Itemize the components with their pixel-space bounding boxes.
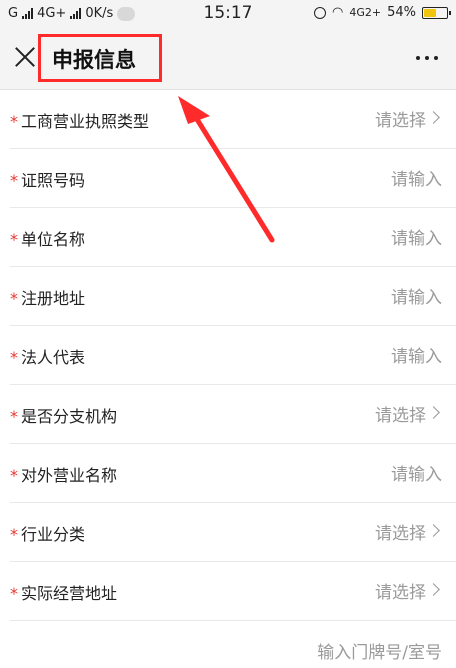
field-legal-representative[interactable]: * 法人代表 请输入 (10, 326, 456, 385)
field-label: * 工商营业执照类型 (10, 112, 150, 131)
required-mark: * (10, 171, 18, 190)
chevron-right-icon (427, 406, 440, 419)
wifi-icon: ◠ (332, 5, 344, 20)
field-actual-business-address[interactable]: * 实际经营地址 请选择 (10, 562, 456, 621)
required-mark: * (10, 584, 18, 603)
chevron-right-icon (427, 524, 440, 537)
declaration-form: * 工商营业执照类型 请选择 * 证照号码 请输入 * 单位名称 请输入 * 注册地址 … (0, 90, 456, 621)
required-mark: * (10, 230, 18, 249)
input-placeholder: 请输入 (391, 465, 442, 485)
required-mark: * (10, 466, 18, 485)
field-registered-address[interactable]: * 注册地址 请输入 (10, 267, 456, 326)
chevron-right-icon (427, 111, 440, 124)
required-mark: * (10, 112, 18, 131)
status-bar: G 4G+ 0K/s 15:17 ◠ 4G2+ 54% (0, 0, 456, 28)
field-label: * 法人代表 (10, 348, 86, 367)
nav-bar: 申报信息 (0, 28, 456, 90)
field-company-name[interactable]: * 单位名称 请输入 (10, 208, 456, 267)
battery-text: 54% (387, 5, 416, 20)
select-placeholder: 请选择 (375, 524, 426, 544)
select-placeholder: 请选择 (375, 583, 426, 603)
status-right: ◠ 4G2+ 54% (314, 5, 451, 20)
required-mark: * (10, 289, 18, 308)
network2-text: 4G2+ (349, 6, 382, 19)
field-label: * 对外营业名称 (10, 466, 118, 485)
select-placeholder: 请选择 (375, 111, 426, 131)
page-title: 申报信息 (52, 48, 136, 72)
select-placeholder: 请选择 (375, 406, 426, 426)
field-label: * 是否分支机构 (10, 407, 118, 426)
field-label: * 证照号码 (10, 171, 86, 190)
field-label: * 行业分类 (10, 525, 86, 544)
field-label: * 单位名称 (10, 230, 86, 249)
required-mark: * (10, 407, 18, 426)
required-mark: * (10, 348, 18, 367)
input-placeholder: 请输入 (391, 347, 442, 367)
field-external-business-name[interactable]: * 对外营业名称 请输入 (10, 444, 456, 503)
baidu-watermark-icon (330, 620, 440, 650)
input-placeholder: 请输入 (391, 229, 442, 249)
field-industry-category[interactable]: * 行业分类 请选择 (10, 503, 456, 562)
field-license-type[interactable]: * 工商营业执照类型 请选择 (10, 90, 456, 149)
field-is-branch[interactable]: * 是否分支机构 请选择 (10, 385, 456, 444)
field-license-number[interactable]: * 证照号码 请输入 (10, 149, 456, 208)
input-placeholder: 请输入 (391, 288, 442, 308)
battery-icon (422, 6, 451, 19)
more-options-icon[interactable] (416, 56, 438, 60)
chevron-right-icon (427, 583, 440, 596)
alarm-icon (314, 6, 326, 19)
required-mark: * (10, 525, 18, 544)
field-label: * 实际经营地址 (10, 584, 118, 603)
close-icon[interactable] (14, 46, 36, 68)
field-label: * 注册地址 (10, 289, 86, 308)
input-placeholder: 请输入 (391, 170, 442, 190)
